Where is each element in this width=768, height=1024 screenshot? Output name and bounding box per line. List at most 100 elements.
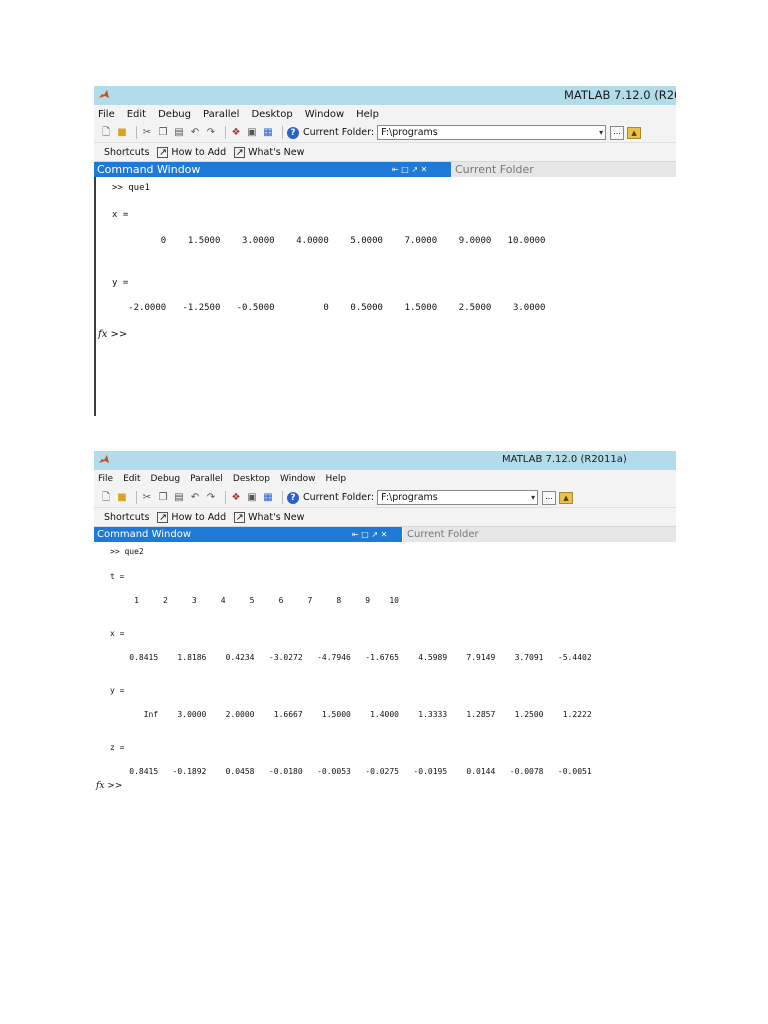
paste-icon[interactable]: ▤ — [173, 127, 185, 139]
profiler-icon[interactable]: ▦ — [262, 127, 274, 139]
shortcuts-label[interactable]: Shortcuts — [104, 512, 149, 523]
prompt-symbol: >> — [110, 329, 128, 340]
current-folder-input[interactable]: F:\programs ▾ — [377, 490, 539, 505]
title-bar: MATLAB 7.12.0 (R201 — [94, 86, 676, 105]
toolbar-separator — [136, 126, 137, 139]
matlab-window-2: MATLAB 7.12.0 (R2011a) File Edit Debug P… — [94, 451, 676, 791]
profiler-icon[interactable]: ▦ — [262, 492, 274, 504]
menu-bar: File Edit Debug Parallel Desktop Window … — [94, 470, 676, 488]
command-line: 0.8415 -0.1892 0.0458 -0.0180 -0.0053 -0… — [110, 767, 592, 776]
new-file-icon[interactable]: 🗋 — [100, 492, 112, 504]
menu-debug[interactable]: Debug — [158, 109, 191, 120]
window-title: MATLAB 7.12.0 (R2011a) — [502, 454, 627, 465]
whats-new-link[interactable]: What's New — [248, 147, 304, 158]
current-folder-input[interactable]: F:\programs ▾ — [377, 125, 607, 140]
current-folder-value: F:\programs — [381, 127, 438, 138]
whats-new-link[interactable]: What's New — [248, 512, 304, 523]
cut-icon[interactable]: ✂ — [141, 127, 153, 139]
folder-up-icon[interactable]: ▲ — [559, 491, 574, 504]
shortcut-link-icon: ↗ — [234, 511, 246, 523]
menu-bar: File Edit Debug Parallel Desktop Window … — [94, 105, 676, 123]
undo-icon[interactable]: ↶ — [189, 492, 201, 504]
command-line: -2.0000 -1.2500 -0.5000 0 0.5000 1.5000 … — [112, 303, 546, 313]
toolbar: 🗋 ■ ✂ ❐ ▤ ↶ ↷ ❖ ▣ ▦ ? Current Folder: F:… — [94, 123, 676, 143]
redo-icon[interactable]: ↷ — [205, 492, 217, 504]
guide-icon[interactable]: ▣ — [246, 127, 258, 139]
how-to-add-link[interactable]: How to Add — [171, 147, 226, 158]
menu-edit[interactable]: Edit — [127, 109, 146, 120]
command-prompt[interactable]: fx >> — [96, 781, 122, 791]
help-icon[interactable]: ? — [287, 491, 299, 504]
menu-parallel[interactable]: Parallel — [203, 109, 239, 120]
chevron-down-icon[interactable]: ▾ — [531, 491, 535, 504]
command-window[interactable]: >> que1 x = 0 1.5000 3.0000 4.0000 5.000… — [94, 177, 676, 416]
toolbar-separator — [282, 491, 283, 504]
menu-help[interactable]: Help — [356, 109, 379, 120]
menu-desktop[interactable]: Desktop — [251, 109, 292, 120]
fx-icon[interactable]: fx — [98, 329, 107, 340]
command-prompt[interactable]: fx >> — [98, 329, 127, 340]
shortcut-link-icon: ↗ — [157, 511, 169, 523]
window-title: MATLAB 7.12.0 (R201 — [564, 88, 676, 102]
simulink-icon[interactable]: ❖ — [230, 492, 242, 504]
open-folder-icon[interactable]: ■ — [116, 492, 128, 504]
matlab-window-1: MATLAB 7.12.0 (R201 File Edit Debug Para… — [94, 86, 676, 416]
paste-icon[interactable]: ▤ — [173, 492, 185, 504]
guide-icon[interactable]: ▣ — [246, 492, 258, 504]
menu-file[interactable]: File — [98, 474, 113, 484]
browse-folder-button[interactable]: ... — [610, 125, 625, 140]
menu-window[interactable]: Window — [280, 474, 316, 484]
command-line: t = — [110, 572, 125, 581]
toolbar-separator — [225, 126, 226, 139]
tab-current-folder[interactable]: Current Folder — [451, 162, 676, 177]
command-line: 0.8415 1.8186 0.4234 -3.0272 -4.7946 -1.… — [110, 653, 592, 662]
shortcuts-bar: Shortcuts ↗ How to Add ↗ What's New — [94, 508, 676, 527]
toolbar-separator — [136, 491, 137, 504]
command-line: >> que1 — [112, 183, 150, 193]
shortcut-link-icon: ↗ — [157, 146, 169, 158]
shortcuts-label[interactable]: Shortcuts — [104, 147, 149, 158]
menu-edit[interactable]: Edit — [123, 474, 140, 484]
command-line: y = — [110, 686, 125, 695]
chevron-down-icon[interactable]: ▾ — [599, 126, 603, 139]
menu-debug[interactable]: Debug — [151, 474, 181, 484]
how-to-add-link[interactable]: How to Add — [171, 512, 226, 523]
current-folder-label: Current Folder: — [303, 492, 375, 503]
pane-header: Command Window ⇤ □ ↗ ✕ Current Folder — [94, 527, 676, 542]
pane-controls[interactable]: ⇤ □ ↗ ✕ — [352, 527, 387, 542]
command-line: x = — [110, 629, 125, 638]
pane-controls[interactable]: ⇤ □ ↗ ✕ — [392, 162, 427, 177]
tab-current-folder[interactable]: Current Folder — [403, 527, 676, 542]
current-folder-value: F:\programs — [381, 492, 438, 503]
menu-help[interactable]: Help — [326, 474, 347, 484]
redo-icon[interactable]: ↷ — [205, 127, 217, 139]
command-line: x = — [112, 210, 129, 220]
command-line: Inf 3.0000 2.0000 1.6667 1.5000 1.4000 1… — [110, 710, 592, 719]
simulink-icon[interactable]: ❖ — [230, 127, 242, 139]
copy-icon[interactable]: ❐ — [157, 492, 169, 504]
command-line: y = — [112, 278, 129, 288]
shortcuts-bar: Shortcuts ↗ How to Add ↗ What's New — [94, 143, 676, 162]
new-file-icon[interactable]: 🗋 — [100, 127, 112, 139]
matlab-logo-icon — [99, 455, 109, 463]
copy-icon[interactable]: ❐ — [157, 127, 169, 139]
fx-icon[interactable]: fx — [96, 781, 104, 791]
folder-up-icon[interactable]: ▲ — [627, 126, 642, 139]
help-icon[interactable]: ? — [287, 126, 299, 139]
menu-parallel[interactable]: Parallel — [190, 474, 223, 484]
cut-icon[interactable]: ✂ — [141, 492, 153, 504]
toolbar: 🗋 ■ ✂ ❐ ▤ ↶ ↷ ❖ ▣ ▦ ? Current Folder: F:… — [94, 488, 676, 508]
open-folder-icon[interactable]: ■ — [116, 127, 128, 139]
menu-window[interactable]: Window — [305, 109, 344, 120]
browse-folder-button[interactable]: ... — [542, 490, 557, 505]
menu-file[interactable]: File — [98, 109, 115, 120]
command-line: >> que2 — [110, 547, 144, 556]
menu-desktop[interactable]: Desktop — [233, 474, 270, 484]
toolbar-separator — [225, 491, 226, 504]
command-line: z = — [110, 743, 125, 752]
pane-header: Command Window ⇤ □ ↗ ✕ Current Folder — [94, 162, 676, 177]
command-window[interactable]: >> que2 t = 1 2 3 4 5 6 7 8 9 10 x = 0.8… — [94, 542, 676, 791]
toolbar-separator — [282, 126, 283, 139]
undo-icon[interactable]: ↶ — [189, 127, 201, 139]
command-line: 0 1.5000 3.0000 4.0000 5.0000 7.0000 9.0… — [112, 236, 546, 246]
